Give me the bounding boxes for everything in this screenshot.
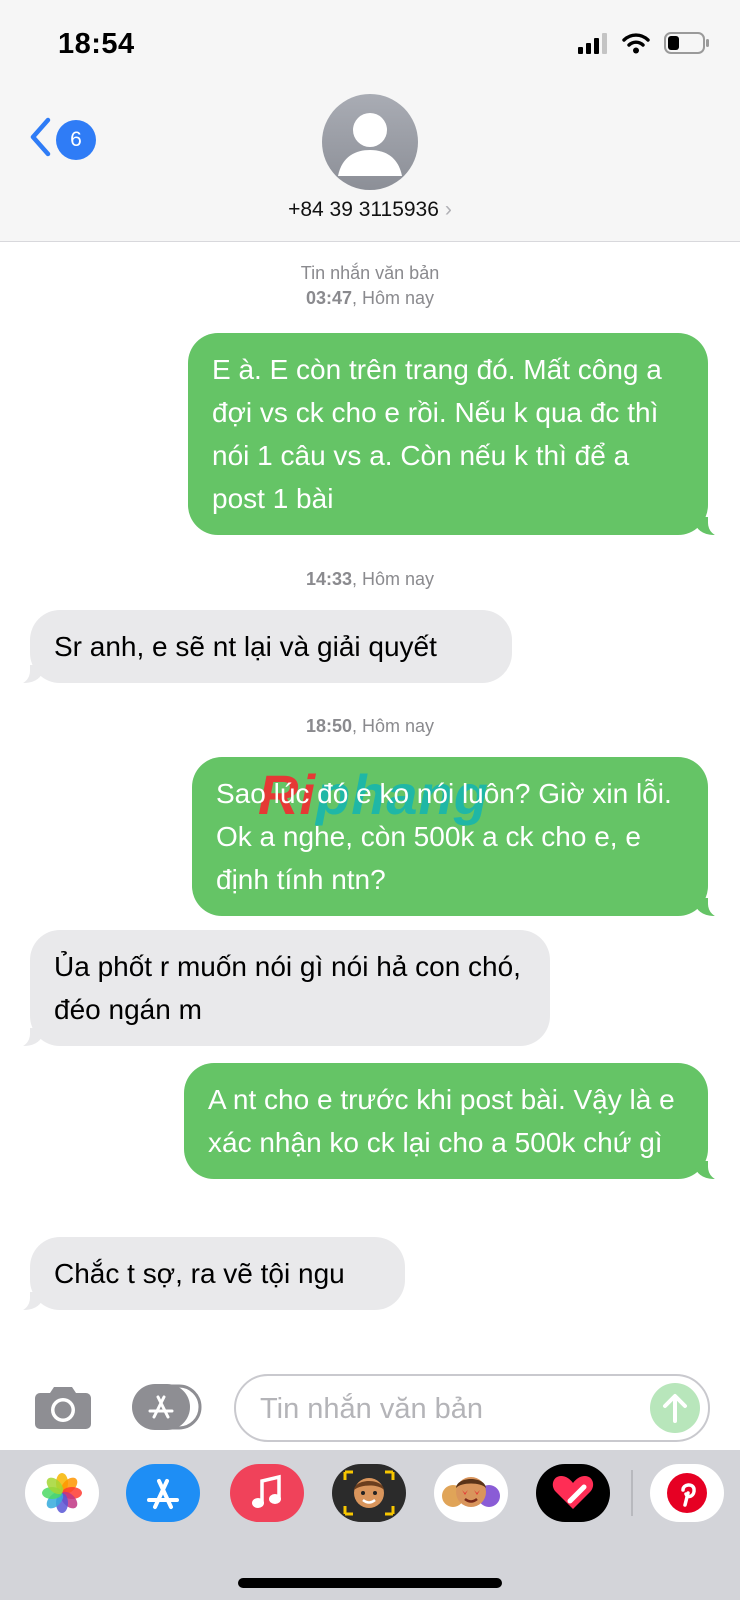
digital-touch-icon	[552, 1476, 594, 1509]
pinterest-icon	[667, 1473, 707, 1513]
message-text: E à. E còn trên trang đó. Mất công a đợi…	[212, 354, 662, 514]
timestamp-header: Tin nhắn văn bản 03:47, Hôm nay	[0, 261, 740, 311]
received-message-bubble[interactable]: Sr anh, e sẽ nt lại và giải quyết	[8, 610, 512, 685]
photos-app-button[interactable]	[25, 1464, 99, 1522]
battery-icon	[664, 31, 710, 59]
timestamp-line: 03:47, Hôm nay	[305, 288, 435, 308]
message-field[interactable]	[234, 1374, 710, 1442]
contact-name[interactable]: +84 39 3115936 ›	[0, 198, 740, 222]
timestamp-line: 18:50, Hôm nay	[305, 716, 435, 736]
music-icon	[252, 1474, 281, 1508]
cellular-signal-icon	[578, 32, 608, 59]
digital-touch-app-button[interactable]	[536, 1464, 610, 1522]
contact-avatar[interactable]	[322, 94, 418, 190]
home-indicator[interactable]	[238, 1578, 502, 1588]
sent-message-bubble[interactable]: A nt cho e trước khi post bài. Vậy là e …	[184, 1063, 730, 1181]
app-store-app-button[interactable]	[126, 1464, 200, 1522]
message-text: A nt cho e trước khi post bài. Vậy là e …	[208, 1084, 675, 1158]
message-input[interactable]	[258, 1388, 642, 1430]
memoji-icon	[343, 1470, 395, 1516]
service-label: Tin nhắn văn bản	[300, 263, 440, 283]
pinterest-app-button[interactable]	[650, 1464, 724, 1522]
animoji-icon	[442, 1477, 500, 1507]
timestamp-line: 14:33, Hôm nay	[305, 569, 435, 589]
memoji-app-button[interactable]	[332, 1464, 406, 1522]
app-store-icon	[132, 1384, 202, 1430]
status-icons	[578, 30, 710, 60]
arrow-up-icon	[663, 1394, 687, 1423]
animoji-app-button[interactable]	[434, 1464, 508, 1522]
camera-icon	[35, 1387, 91, 1429]
back-button[interactable]: 6	[28, 117, 96, 162]
app-drawer	[0, 1450, 740, 1600]
composer-bar	[0, 1360, 740, 1450]
received-message-bubble[interactable]: Ủa phốt r muốn nói gì nói hả con chó, đé…	[8, 930, 550, 1048]
photos-icon	[42, 1473, 82, 1513]
drawer-divider	[631, 1470, 633, 1516]
navigation-header: 18:54 6 +84 39 3115936 ›	[0, 0, 740, 242]
camera-button[interactable]	[34, 1385, 92, 1434]
sent-message-bubble[interactable]: Sao lúc đó e ko nói luôn? Giờ xin lỗi. O…	[192, 757, 730, 918]
wifi-icon	[622, 32, 650, 59]
send-button[interactable]	[650, 1383, 700, 1433]
message-text: Sr anh, e sẽ nt lại và giải quyết	[54, 631, 437, 662]
chevron-left-icon	[28, 117, 52, 162]
unread-count-badge: 6	[56, 119, 96, 160]
contact-number: +84 39 3115936	[288, 198, 439, 221]
received-message-bubble[interactable]: Chắc t sợ, ra vẽ tội ngu	[8, 1237, 405, 1312]
app-store-button[interactable]	[132, 1384, 202, 1435]
message-text: Sao lúc đó e ko nói luôn? Giờ xin lỗi. O…	[216, 778, 672, 895]
message-text: Ủa phốt r muốn nói gì nói hả con chó, đé…	[54, 951, 521, 1025]
message-text: Chắc t sợ, ra vẽ tội ngu	[54, 1258, 345, 1289]
person-icon	[338, 113, 402, 176]
music-app-button[interactable]	[230, 1464, 304, 1522]
status-time: 18:54	[58, 28, 135, 60]
sent-message-bubble[interactable]: E à. E còn trên trang đó. Mất công a đợi…	[188, 333, 730, 537]
app-store-icon	[147, 1479, 179, 1509]
chevron-right-icon: ›	[444, 198, 452, 221]
